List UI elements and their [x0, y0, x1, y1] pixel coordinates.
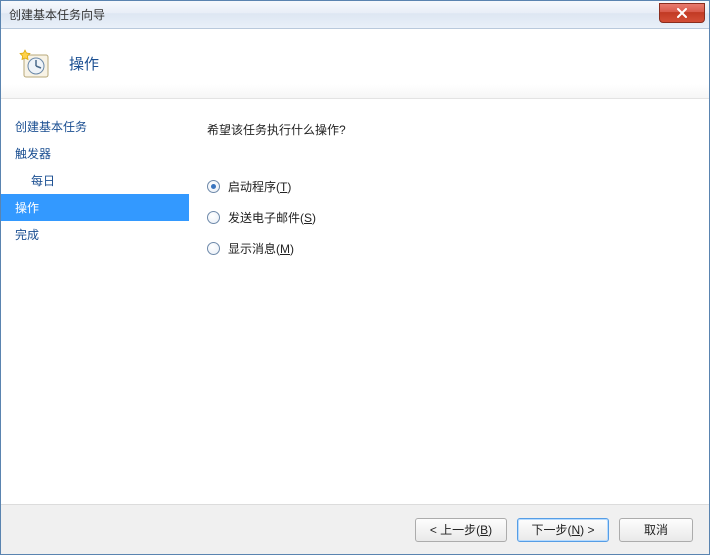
wizard-window: 创建基本任务向导 操作 创建基本任务 触发器 [0, 0, 710, 555]
header-band: 操作 [1, 29, 709, 99]
page-title: 操作 [69, 53, 99, 74]
option-label: 显示消息(M) [228, 240, 294, 257]
body-split: 创建基本任务 触发器 每日 操作 完成 希望该任务执行什么操作? 启动程序(T)… [1, 99, 709, 504]
footer: < 上一步(B) 下一步(N) > 取消 [1, 504, 709, 554]
option-start-program[interactable]: 启动程序(T) [207, 178, 685, 195]
cancel-button[interactable]: 取消 [619, 518, 693, 542]
radio-icon [207, 211, 220, 224]
sidebar-item-create-basic-task[interactable]: 创建基本任务 [1, 113, 189, 140]
next-button[interactable]: 下一步(N) > [517, 518, 609, 542]
close-button[interactable] [659, 3, 705, 23]
content-area: 操作 创建基本任务 触发器 每日 操作 完成 希望该任务执行什么操作? 启动程序… [1, 29, 709, 554]
titlebar: 创建基本任务向导 [1, 1, 709, 29]
radio-icon [207, 242, 220, 255]
main-panel: 希望该任务执行什么操作? 启动程序(T) 发送电子邮件(S) 显示消息(M) [189, 99, 709, 504]
option-send-email[interactable]: 发送电子邮件(S) [207, 209, 685, 226]
prompt-text: 希望该任务执行什么操作? [207, 121, 685, 138]
option-label: 启动程序(T) [228, 178, 291, 195]
close-icon [676, 8, 688, 19]
option-label: 发送电子邮件(S) [228, 209, 316, 226]
sidebar-item-finish[interactable]: 完成 [1, 221, 189, 248]
option-display-message[interactable]: 显示消息(M) [207, 240, 685, 257]
sidebar-item-daily[interactable]: 每日 [1, 167, 189, 194]
back-button[interactable]: < 上一步(B) [415, 518, 507, 542]
radio-icon [207, 180, 220, 193]
window-title: 创建基本任务向导 [9, 6, 105, 23]
sidebar-item-action[interactable]: 操作 [1, 194, 189, 221]
wizard-sidebar: 创建基本任务 触发器 每日 操作 完成 [1, 99, 189, 504]
clock-star-icon [19, 48, 51, 80]
sidebar-item-trigger[interactable]: 触发器 [1, 140, 189, 167]
